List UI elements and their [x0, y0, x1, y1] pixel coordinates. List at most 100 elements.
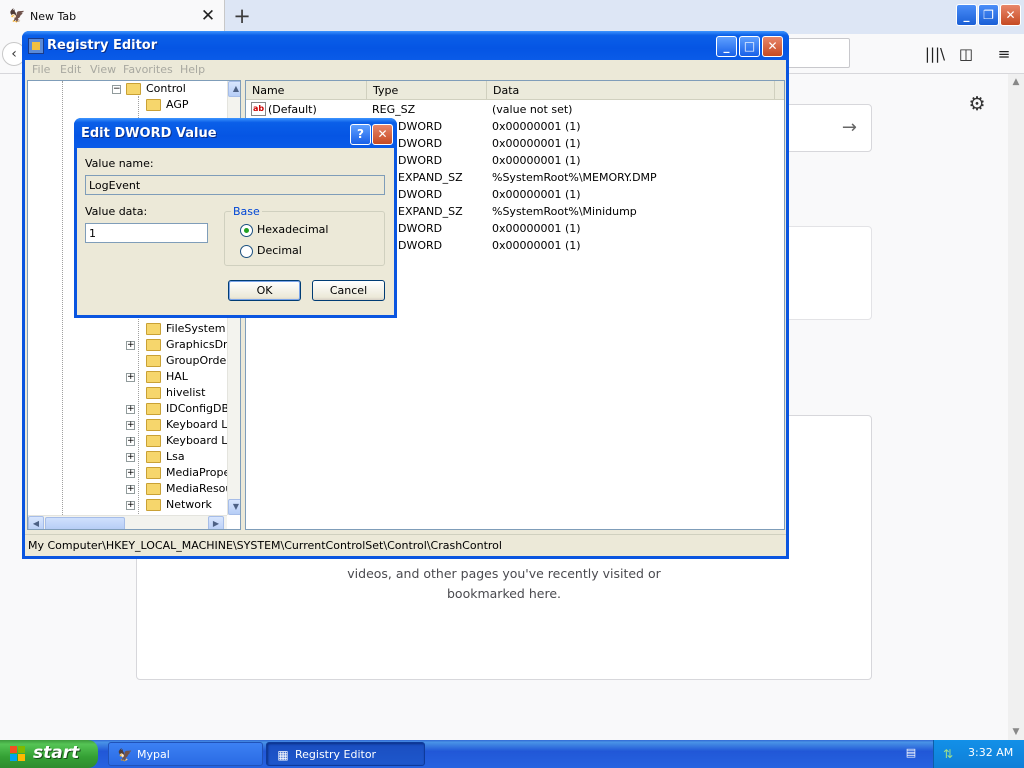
highlights-line-2: bookmarked here.: [447, 586, 561, 601]
browser-close-button[interactable]: ✕: [1000, 4, 1021, 26]
menu-favorites[interactable]: Favorites: [123, 63, 173, 76]
value-type: DWORD: [398, 222, 443, 235]
arrow-right-icon[interactable]: →: [842, 117, 857, 138]
expand-icon[interactable]: +: [126, 453, 135, 462]
taskbar-item-registry-editor[interactable]: ▦ Registry Editor: [266, 742, 425, 766]
menu-edit[interactable]: Edit: [60, 63, 81, 76]
base-groupbox: Base Hexadecimal Decimal: [224, 205, 385, 266]
value-data-field[interactable]: 1: [85, 223, 208, 243]
url-bar[interactable]: [780, 38, 850, 68]
gear-icon[interactable]: ⚙: [965, 92, 989, 116]
value-row[interactable]: ab (Default) REG_SZ (value not set): [246, 101, 784, 118]
scroll-down-icon[interactable]: ▼: [1008, 724, 1024, 740]
value-type: DWORD: [398, 154, 443, 167]
column-data[interactable]: Data: [487, 81, 775, 100]
tree-item-label: Keyboard La: [166, 434, 235, 447]
regedit-maximize-button[interactable]: □: [739, 36, 760, 57]
folder-icon: [146, 355, 161, 367]
expand-icon[interactable]: +: [126, 469, 135, 478]
menu-help[interactable]: Help: [180, 63, 205, 76]
status-key-path: My Computer\HKEY_LOCAL_MACHINE\SYSTEM\Cu…: [28, 539, 502, 552]
mypal-icon: 🦅: [117, 748, 133, 762]
top-sites-card: [775, 226, 872, 320]
decimal-label[interactable]: Decimal: [257, 244, 302, 257]
library-icon[interactable]: |||\: [924, 43, 946, 65]
edit-dword-dialog: Edit DWORD Value ? ✕ Value name: LogEven…: [74, 118, 397, 318]
hexadecimal-label[interactable]: Hexadecimal: [257, 223, 328, 236]
expand-icon[interactable]: +: [126, 421, 135, 430]
tree-item-label: Control: [146, 82, 186, 95]
hexadecimal-radio[interactable]: [240, 224, 253, 237]
folder-open-icon: [126, 83, 141, 95]
regedit-titlebar[interactable]: Registry Editor _ □ ✕: [22, 31, 789, 60]
search-box[interactable]: →: [775, 104, 872, 152]
browser-tab-new-tab[interactable]: 🦅 New Tab ✕: [0, 0, 225, 34]
regedit-close-button[interactable]: ✕: [762, 36, 783, 57]
taskbar: start 🦅 Mypal ▦ Registry Editor ▤ ⇅ 3:32…: [0, 740, 1024, 768]
browser-scrollbar[interactable]: ▲ ▼: [1008, 74, 1024, 740]
value-name-field[interactable]: LogEvent: [85, 175, 385, 195]
system-tray: ⇅ 3:32 AM: [933, 740, 1024, 768]
folder-icon: [146, 483, 161, 495]
folder-icon: [146, 371, 161, 383]
value-type: DWORD: [398, 188, 443, 201]
regedit-menubar: File Edit View Favorites Help: [25, 60, 786, 79]
value-type: DWORD: [398, 137, 443, 150]
ok-button[interactable]: OK: [228, 280, 301, 301]
tray-clock[interactable]: 3:32 AM: [968, 746, 1013, 759]
menu-view[interactable]: View: [90, 63, 116, 76]
taskbar-item-mypal[interactable]: 🦅 Mypal: [108, 742, 263, 766]
highlights-empty-message: videos, and other pages you've recently …: [137, 564, 871, 604]
start-button[interactable]: start: [0, 740, 98, 768]
value-name-label: Value name:: [85, 157, 154, 170]
tree-horizontal-scrollbar[interactable]: ◀ ▶: [28, 515, 227, 529]
value-data: 0x00000001 (1): [492, 188, 581, 201]
folder-icon: [146, 451, 161, 463]
taskbar-item-label: Registry Editor: [295, 748, 377, 761]
expand-icon[interactable]: +: [126, 405, 135, 414]
dialog-body: Value name: LogEvent Value data: 1 Base …: [77, 148, 394, 315]
dialog-titlebar[interactable]: Edit DWORD Value ? ✕: [74, 118, 397, 148]
scroll-up-icon[interactable]: ▲: [228, 81, 240, 97]
folder-icon: [146, 99, 161, 111]
tab-close-icon[interactable]: ✕: [199, 6, 217, 26]
scroll-up-icon[interactable]: ▲: [1008, 74, 1024, 90]
expand-icon[interactable]: +: [126, 437, 135, 446]
dialog-close-icon[interactable]: ✕: [372, 124, 393, 145]
new-tab-button[interactable]: +: [230, 3, 254, 29]
regedit-title: Registry Editor: [47, 38, 158, 53]
scroll-down-icon[interactable]: ▼: [228, 499, 240, 515]
taskbar-item-label: Mypal: [137, 748, 170, 761]
value-data: 0x00000001 (1): [492, 222, 581, 235]
regedit-app-icon: [28, 38, 44, 54]
column-name[interactable]: Name: [246, 81, 367, 100]
browser-minimize-button[interactable]: _: [956, 4, 977, 26]
expand-icon[interactable]: +: [126, 373, 135, 382]
regedit-icon: ▦: [277, 748, 289, 762]
help-icon[interactable]: ?: [350, 124, 371, 145]
tree-item-label: GroupOrder: [166, 354, 231, 367]
value-data: 0x00000001 (1): [492, 120, 581, 133]
cancel-button[interactable]: Cancel: [312, 280, 385, 301]
keyboard-icon[interactable]: ▤: [903, 746, 919, 760]
scroll-right-icon[interactable]: ▶: [208, 516, 224, 529]
expand-icon[interactable]: +: [126, 501, 135, 510]
expand-icon[interactable]: +: [126, 485, 135, 494]
value-type: DWORD: [398, 120, 443, 133]
tree-item-label: IDConfigDB: [166, 402, 230, 415]
column-type[interactable]: Type: [367, 81, 487, 100]
tree-item-label: AGP: [166, 98, 189, 111]
browser-restore-button[interactable]: ❐: [978, 4, 999, 26]
expand-icon[interactable]: +: [126, 341, 135, 350]
menu-file[interactable]: File: [32, 63, 50, 76]
value-type: DWORD: [398, 239, 443, 252]
sidebar-icon[interactable]: ◫: [955, 43, 977, 65]
decimal-radio[interactable]: [240, 245, 253, 258]
tree-item-label: FileSystem: [166, 322, 226, 335]
scroll-left-icon[interactable]: ◀: [28, 516, 44, 529]
collapse-icon[interactable]: −: [112, 85, 121, 94]
network-tray-icon[interactable]: ⇅: [943, 746, 959, 762]
hamburger-menu-icon[interactable]: ≡: [993, 43, 1015, 65]
regedit-minimize-button[interactable]: _: [716, 36, 737, 57]
scrollbar-thumb[interactable]: [45, 517, 125, 529]
